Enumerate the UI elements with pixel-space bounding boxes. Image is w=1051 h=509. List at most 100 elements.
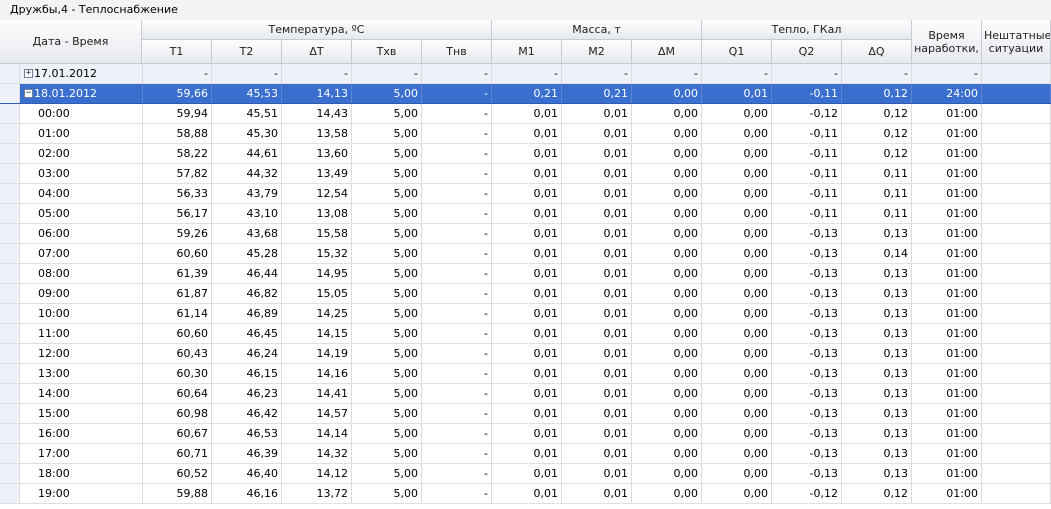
column-header-5[interactable]: Tнв [422,40,492,64]
row-time-label: 03:00 [38,167,70,180]
table-row[interactable]: 18:00 60,52 46,40 14,12 5,00-0,01 0,01 0,00 0,0… [0,464,1051,484]
grid-cell: 60,60 [142,324,212,343]
grid-cell [982,124,1051,143]
row-time-cell: 16:00 [0,424,143,443]
grid-cell: 14,25 [282,304,352,323]
table-row[interactable]: 10:00 61,14 46,89 14,25 5,00-0,01 0,01 0,00 0,0… [0,304,1051,324]
grid-cell: -0,11 [772,204,842,223]
table-row[interactable]: 07:00 60,60 45,28 15,32 5,00-0,01 0,01 0,00 0,0… [0,244,1051,264]
grid-cell: 0,00 [702,384,772,403]
column-header-11[interactable]: ΔQ [842,40,912,64]
column-header-8[interactable]: ΔM [632,40,702,64]
grid-cell: - [772,64,842,83]
column-header-6[interactable]: M1 [492,40,562,64]
column-header-4[interactable]: Txв [352,40,422,64]
table-row[interactable]: 01:00 58,88 45,30 13,58 5,00-0,01 0,01 0,00 0,0… [0,124,1051,144]
table-row[interactable]: 08:00 61,39 46,44 14,95 5,00-0,01 0,01 0,00 0,0… [0,264,1051,284]
table-row[interactable]: 05:00 56,17 43,10 13,08 5,00-0,01 0,01 0,00 0,0… [0,204,1051,224]
grid-cell: 0,00 [632,344,702,363]
grid-cell: 5,00 [352,324,422,343]
table-row[interactable]: 11:00 60,60 46,45 14,15 5,00-0,01 0,01 0,00 0,0… [0,324,1051,344]
row-indent [0,364,20,383]
grid-cell: 0,01 [492,264,562,283]
group-row[interactable]: +17.01.2012- - - - - - - - - - - - [0,64,1051,84]
row-time-cell: 04:00 [0,184,143,203]
grid-cell: -0,13 [772,364,842,383]
grid-cell [982,444,1051,463]
grid-cell: 5,00 [352,284,422,303]
column-header-3[interactable]: ΔT [282,40,352,64]
expand-icon[interactable]: + [24,69,33,78]
grid-cell: 0,01 [562,364,632,383]
collapse-icon[interactable]: − [24,89,33,98]
table-row[interactable]: 02:00 58,22 44,61 13,60 5,00-0,01 0,01 0,00 0,0… [0,144,1051,164]
grid-cell: -0,13 [772,384,842,403]
band-header-heat[interactable]: Тепло, ГКал [702,20,912,40]
band-header-mass[interactable]: Масса, т [492,20,702,40]
grid-cell: 0,00 [632,384,702,403]
column-header-3-label: ΔT [309,45,324,58]
grid-cell: 46,45 [212,324,282,343]
column-header-2[interactable]: T2 [212,40,282,64]
grid-cell: - [422,264,492,283]
table-row[interactable]: 13:00 60,30 46,15 14,16 5,00-0,01 0,01 0,00 0,0… [0,364,1051,384]
grid-cell: 60,64 [142,384,212,403]
column-header-7[interactable]: M2 [562,40,632,64]
column-header-runtime-label: Время наработки, [914,28,979,55]
table-row[interactable]: 12:00 60,43 46,24 14,19 5,00-0,01 0,01 0,00 0,0… [0,344,1051,364]
grid-cell: 0,13 [842,224,912,243]
table-row[interactable]: 00:00 59,94 45,51 14,43 5,00-0,01 0,01 0,00 0,0… [0,104,1051,124]
table-row[interactable]: 06:00 59,26 43,68 15,58 5,00-0,01 0,01 0,00 0,0… [0,224,1051,244]
grid-cell: - [212,64,282,83]
grid-cell: -0,11 [772,164,842,183]
grid-cell: 01:00 [912,224,982,243]
row-indent [0,184,20,203]
window-title: Дружбы,4 - Теплоснабжение [10,3,178,16]
column-header-10[interactable]: Q2 [772,40,842,64]
column-header-runtime[interactable]: Время наработки, [912,20,982,64]
column-header-9[interactable]: Q1 [702,40,772,64]
grid-cell: 01:00 [912,184,982,203]
grid-cell: 0,01 [492,424,562,443]
grid-cell: 24:00 [912,84,982,103]
table-row[interactable]: 14:00 60,64 46,23 14,41 5,00-0,01 0,01 0,00 0,0… [0,384,1051,404]
grid-cell [982,324,1051,343]
table-row[interactable]: 19:00 59,88 46,16 13,72 5,00-0,01 0,01 0,00 0,0… [0,484,1051,504]
grid-cell: 5,00 [352,264,422,283]
grid-cell [982,344,1051,363]
grid-cell: 0,00 [702,304,772,323]
grid-cell: - [842,64,912,83]
table-row[interactable]: 09:00 61,87 46,82 15,05 5,00-0,01 0,01 0,00 0,0… [0,284,1051,304]
grid-cell: 0,01 [492,344,562,363]
group-date-label: 17.01.2012 [34,67,97,80]
grid-cell [982,164,1051,183]
grid-cell [982,484,1051,503]
grid-cell: 14,13 [282,84,352,103]
grid-cell: 01:00 [912,404,982,423]
grid-cell: 0,00 [702,444,772,463]
grid-cell: 0,01 [492,484,562,503]
column-header-datetime[interactable]: Дата - Время [0,20,142,64]
grid-cell: - [422,424,492,443]
data-grid[interactable]: Дата - Время Температура, ºС Масса, т Тепло… [0,20,1051,509]
table-row[interactable]: 17:00 60,71 46,39 14,32 5,00-0,01 0,01 0,00 0,0… [0,444,1051,464]
group-row-header[interactable]: +17.01.2012 [0,64,143,83]
table-row[interactable]: 16:00 60,67 46,53 14,14 5,00-0,01 0,01 0,00 0,0… [0,424,1051,444]
row-time-label: 09:00 [38,287,70,300]
group-row-header[interactable]: −18.01.2012 [0,84,143,103]
band-header-temperature[interactable]: Температура, ºС [142,20,492,40]
grid-cell: 0,01 [562,384,632,403]
column-header-1[interactable]: T1 [142,40,212,64]
table-row[interactable]: 15:00 60,98 46,42 14,57 5,00-0,01 0,01 0,00 0,0… [0,404,1051,424]
table-row[interactable]: 04:00 56,33 43,79 12,54 5,00-0,01 0,01 0,00 0,0… [0,184,1051,204]
grid-cell: 14,15 [282,324,352,343]
group-row[interactable]: −18.01.2012 59,66 45,53 14,13 5,00-0,21 0,21 0… [0,84,1051,104]
grid-cell: 59,94 [142,104,212,123]
row-time-label: 01:00 [38,127,70,140]
column-header-emergency[interactable]: Нештатные ситуации [982,20,1051,64]
column-header-7-label: M2 [588,45,605,58]
grid-cell: 0,01 [492,244,562,263]
grid-cell: 0,01 [562,124,632,143]
grid-cell: -0,13 [772,424,842,443]
table-row[interactable]: 03:00 57,82 44,32 13,49 5,00-0,01 0,01 0,00 0,0… [0,164,1051,184]
